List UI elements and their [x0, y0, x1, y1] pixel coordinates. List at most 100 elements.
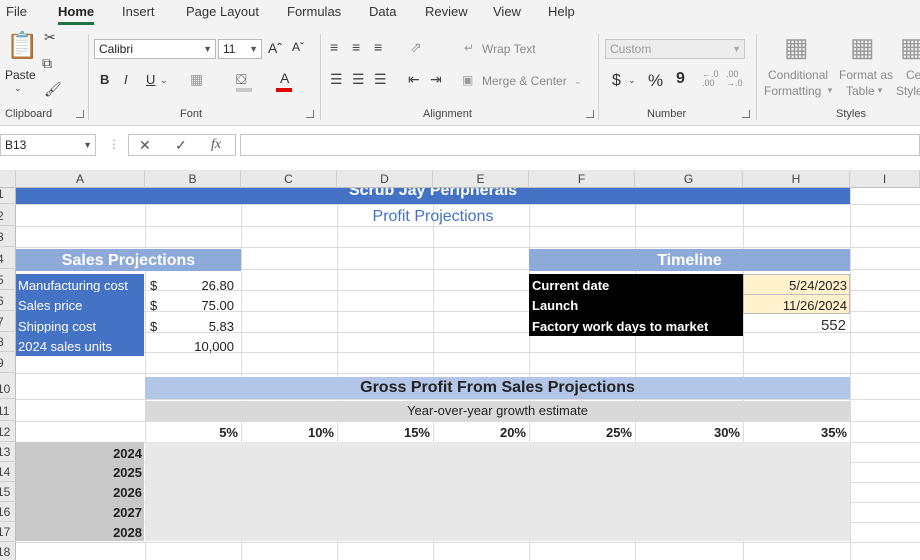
orientation-icon[interactable]: ⇗: [410, 40, 422, 54]
row-header-15[interactable]: 15: [0, 482, 16, 502]
align-center-icon[interactable]: ☰: [352, 72, 365, 86]
align-top-icon[interactable]: ≡: [330, 40, 338, 54]
gross-profit-header[interactable]: Gross Profit From Sales Projections: [145, 377, 850, 399]
column-header-d[interactable]: D: [337, 170, 433, 188]
font-launcher-icon[interactable]: [306, 110, 314, 118]
sales-label[interactable]: Manufacturing cost: [18, 279, 128, 292]
growth-rate-header[interactable]: 35%: [743, 426, 847, 439]
sales-value[interactable]: 26.80: [144, 279, 234, 292]
wrap-text-button[interactable]: Wrap Text: [482, 42, 536, 56]
row-header-13[interactable]: 13: [0, 442, 16, 462]
row-header-9[interactable]: 9: [0, 352, 16, 373]
increase-indent-icon[interactable]: ⇥: [430, 72, 442, 86]
more-options-icon[interactable]: ⋮: [108, 138, 120, 150]
insert-function-button[interactable]: fx: [211, 137, 221, 153]
name-box[interactable]: B13 ▼: [0, 134, 96, 156]
column-header-g[interactable]: G: [635, 170, 743, 188]
italic-button[interactable]: I: [124, 72, 128, 87]
sales-header[interactable]: Sales Projections: [16, 249, 241, 271]
row-header-5[interactable]: 5: [0, 269, 16, 290]
row-header-3[interactable]: 3: [0, 226, 16, 247]
column-header-a[interactable]: A: [16, 170, 145, 188]
merge-center-button[interactable]: Merge & Center: [482, 74, 567, 88]
sales-value[interactable]: 75.00: [144, 299, 234, 312]
work-days-value[interactable]: 552: [743, 318, 846, 333]
underline-button[interactable]: U: [146, 72, 155, 87]
font-size-dropdown[interactable]: 11 ▼: [218, 39, 262, 59]
tab-insert[interactable]: Insert: [122, 4, 155, 19]
growth-rate-header[interactable]: 10%: [241, 426, 334, 439]
title-band[interactable]: Scrub Jay Peripherals: [16, 188, 850, 204]
percent-button[interactable]: %: [648, 71, 663, 91]
decrease-decimal-button[interactable]: .00 →.0: [726, 70, 746, 88]
chevron-down-icon[interactable]: ⌄: [628, 76, 636, 85]
column-header-e[interactable]: E: [433, 170, 529, 188]
tab-page-layout[interactable]: Page Layout: [186, 4, 259, 19]
conditional-formatting-button[interactable]: Conditional: [768, 68, 828, 82]
copy-icon[interactable]: ⧉: [42, 56, 52, 70]
column-header-f[interactable]: F: [529, 170, 635, 188]
formula-input[interactable]: [240, 134, 920, 156]
timeline-header[interactable]: Timeline: [529, 249, 850, 271]
column-header-h[interactable]: H: [743, 170, 850, 188]
year-label[interactable]: 2028: [16, 526, 142, 539]
sales-label[interactable]: Shipping cost: [18, 320, 96, 333]
row-header-1[interactable]: 1: [0, 188, 16, 204]
column-header-c[interactable]: C: [241, 170, 337, 188]
row-header-18[interactable]: 18: [0, 542, 16, 560]
row-header-17[interactable]: 17: [0, 522, 16, 542]
cell-styles-button[interactable]: Ce: [906, 68, 920, 82]
growth-rate-header[interactable]: 15%: [337, 426, 430, 439]
row-header-7[interactable]: 7: [0, 311, 16, 332]
row-header-11[interactable]: 11: [0, 399, 16, 421]
chevron-down-icon[interactable]: ⌄: [160, 76, 168, 85]
font-color-button[interactable]: A: [280, 70, 289, 86]
align-left-icon[interactable]: ☰: [330, 72, 343, 86]
tab-help[interactable]: Help: [548, 4, 575, 19]
comma-button[interactable]: 9: [676, 70, 685, 88]
row-header-16[interactable]: 16: [0, 502, 16, 522]
subtitle-cell[interactable]: Profit Projections: [16, 206, 850, 226]
timeline-label[interactable]: Factory work days to market: [532, 320, 708, 333]
growth-rate-header[interactable]: 20%: [433, 426, 526, 439]
alignment-launcher-icon[interactable]: [586, 110, 594, 118]
row-header-14[interactable]: 14: [0, 462, 16, 482]
paste-button[interactable]: Paste: [5, 68, 36, 82]
column-header-b[interactable]: B: [145, 170, 241, 188]
tab-review[interactable]: Review: [425, 4, 468, 19]
paste-icon[interactable]: 📋: [6, 32, 38, 58]
launch-date-value[interactable]: 11/26/2024: [743, 299, 847, 312]
current-date-value[interactable]: 5/24/2023: [743, 279, 847, 292]
grow-font-button[interactable]: Aˆ: [268, 40, 282, 56]
sales-label[interactable]: Sales price: [18, 299, 82, 312]
tab-data[interactable]: Data: [369, 4, 396, 19]
align-bottom-icon[interactable]: ≡: [374, 40, 382, 54]
timeline-label[interactable]: Launch: [532, 299, 578, 312]
font-name-dropdown[interactable]: Calibri ▼: [94, 39, 216, 59]
paste-chevron-icon[interactable]: ⌄: [14, 84, 22, 93]
sales-value[interactable]: 5.83: [144, 320, 234, 333]
tab-file[interactable]: File: [6, 4, 27, 19]
sales-label[interactable]: 2024 sales units: [18, 340, 112, 353]
cut-icon[interactable]: ✂: [44, 30, 56, 44]
decrease-indent-icon[interactable]: ⇤: [408, 72, 420, 86]
format-painter-icon[interactable]: 🖌: [44, 82, 62, 96]
growth-rate-header[interactable]: 5%: [145, 426, 238, 439]
growth-rate-header[interactable]: 25%: [529, 426, 632, 439]
bold-button[interactable]: B: [100, 72, 109, 87]
fill-color-icon[interactable]: ⛋: [236, 72, 247, 86]
cancel-icon[interactable]: ✕: [139, 137, 151, 154]
align-middle-icon[interactable]: ≡: [352, 40, 360, 54]
currency-button[interactable]: $: [612, 72, 621, 90]
row-header-12[interactable]: 12: [0, 421, 16, 442]
row-header-6[interactable]: 6: [0, 290, 16, 311]
number-launcher-icon[interactable]: [742, 110, 750, 118]
shrink-font-button[interactable]: Aˇ: [292, 40, 304, 54]
borders-icon[interactable]: ▦: [190, 72, 203, 86]
year-label[interactable]: 2024: [16, 447, 142, 460]
tab-view[interactable]: View: [493, 4, 521, 19]
row-header-10[interactable]: 10: [0, 373, 16, 399]
year-label[interactable]: 2025: [16, 466, 142, 479]
projection-table-body[interactable]: [145, 442, 850, 541]
enter-check-icon[interactable]: ✓: [175, 137, 187, 154]
